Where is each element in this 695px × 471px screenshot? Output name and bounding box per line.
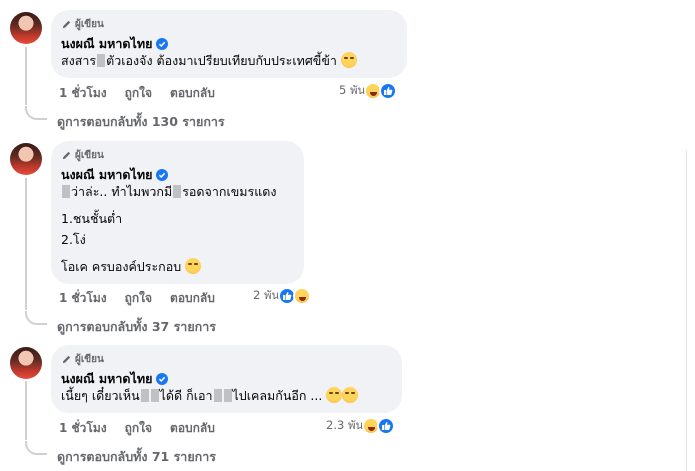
reaction-count: 2.3 พัน <box>326 418 364 432</box>
censor-block <box>150 389 159 402</box>
comment-time[interactable]: 1 ชั่วโมง <box>59 84 107 103</box>
view-replies-link[interactable]: ดูการตอบกลับทั้ง 130 รายการ <box>57 112 225 132</box>
comment-bubble: ผู้เขียน นงผณี มหาดไทย สงสาร ตัวเองจัง ต้… <box>51 10 407 78</box>
author-avatar[interactable] <box>10 12 42 44</box>
comment-text: เนี้ยๆ เดี๋ยวเห็น ได้ดี ก็เอา ไปเคลมกันอีก… <box>61 387 390 404</box>
author-badge: ผู้เขียน <box>61 148 292 162</box>
rofl-emoji-icon <box>326 387 343 403</box>
thread-curve <box>25 441 47 455</box>
author-avatar[interactable] <box>10 143 42 175</box>
badge-label: ผู้เขียน <box>75 149 104 161</box>
comment-text: สงสาร ตัวเองจัง ต้องมาเปรียบเทียบกับประเท… <box>61 52 395 69</box>
pen-icon <box>62 20 71 28</box>
reaction-summary[interactable]: 5 พัน <box>339 82 398 100</box>
panel-divider <box>686 150 687 471</box>
expressionless-emoji-icon <box>340 52 357 68</box>
comment-text: โอเค ครบองค์ประกอบ <box>61 258 292 275</box>
censor-block <box>223 389 232 402</box>
author-badge: ผู้เขียน <box>61 352 390 366</box>
comment-actions: 1 ชั่วโมง ถูกใจ ตอบกลับ <box>59 289 233 308</box>
author-name[interactable]: นงผณี มหาดไทย <box>61 165 152 185</box>
thread-curve <box>25 106 47 120</box>
view-replies-link[interactable]: ดูการตอบกลับทั้ง 71 รายการ <box>57 447 216 467</box>
author-name[interactable]: นงผณี มหาดไทย <box>61 34 152 54</box>
comment-bubble: ผู้เขียน นงผณี มหาดไทย เนี้ยๆ เดี๋ยวเห็น… <box>51 345 402 413</box>
pen-icon <box>62 355 71 363</box>
comment-text: ว่าล่ะ.. ทำไมพวกมี รอดจากเขมรแดง <box>61 183 292 200</box>
author-name[interactable]: นงผณี มหาดไทย <box>61 369 152 389</box>
author-badge: ผู้เขียน <box>61 17 395 31</box>
reaction-count: 5 พัน <box>339 83 366 97</box>
reaction-summary[interactable]: 2 พัน <box>253 287 312 305</box>
verified-badge-icon <box>156 37 169 50</box>
badge-label: ผู้เขียน <box>75 18 104 30</box>
comment-actions: 1 ชั่วโมง ถูกใจ ตอบกลับ <box>59 84 233 103</box>
author-avatar[interactable] <box>10 347 42 379</box>
censor-block <box>173 185 182 198</box>
like-button[interactable]: ถูกใจ <box>125 84 152 103</box>
like-button[interactable]: ถูกใจ <box>125 419 152 438</box>
badge-label: ผู้เขียน <box>75 353 104 365</box>
thread-line <box>25 178 27 310</box>
reply-button[interactable]: ตอบกลับ <box>170 419 215 438</box>
reaction-summary[interactable]: 2.3 พัน <box>326 417 396 435</box>
like-icon <box>377 417 396 435</box>
thread-line <box>25 381 27 440</box>
comment-time[interactable]: 1 ชั่วโมง <box>59 289 107 308</box>
pen-icon <box>62 151 71 159</box>
censor-block <box>97 54 106 67</box>
verified-badge-icon <box>156 168 169 181</box>
comment-time[interactable]: 1 ชั่วโมง <box>59 419 107 438</box>
reaction-count: 2 พัน <box>253 288 280 302</box>
comment-text: 2.โง่ <box>61 232 86 247</box>
comment-text: 1.ชนชั้นต่ำ <box>61 211 123 226</box>
haha-icon <box>293 287 312 305</box>
thread-curve <box>25 311 47 325</box>
reply-button[interactable]: ตอบกลับ <box>170 84 215 103</box>
anxious-emoji-icon <box>342 387 359 403</box>
verified-badge-icon <box>156 372 169 385</box>
view-replies-link[interactable]: ดูการตอบกลับทั้ง 37 รายการ <box>57 317 216 337</box>
comment-bubble: ผู้เขียน นงผณี มหาดไทย ว่าล่ะ.. ทำไมพวกม… <box>51 141 304 284</box>
like-icon <box>379 82 398 100</box>
censor-block <box>140 389 149 402</box>
like-button[interactable]: ถูกใจ <box>125 289 152 308</box>
comment-actions: 1 ชั่วโมง ถูกใจ ตอบกลับ <box>59 419 233 438</box>
censor-block <box>62 185 70 198</box>
smirk-emoji-icon <box>185 258 202 274</box>
reply-button[interactable]: ตอบกลับ <box>170 289 215 308</box>
thread-line <box>25 47 27 105</box>
censor-block <box>213 389 222 402</box>
